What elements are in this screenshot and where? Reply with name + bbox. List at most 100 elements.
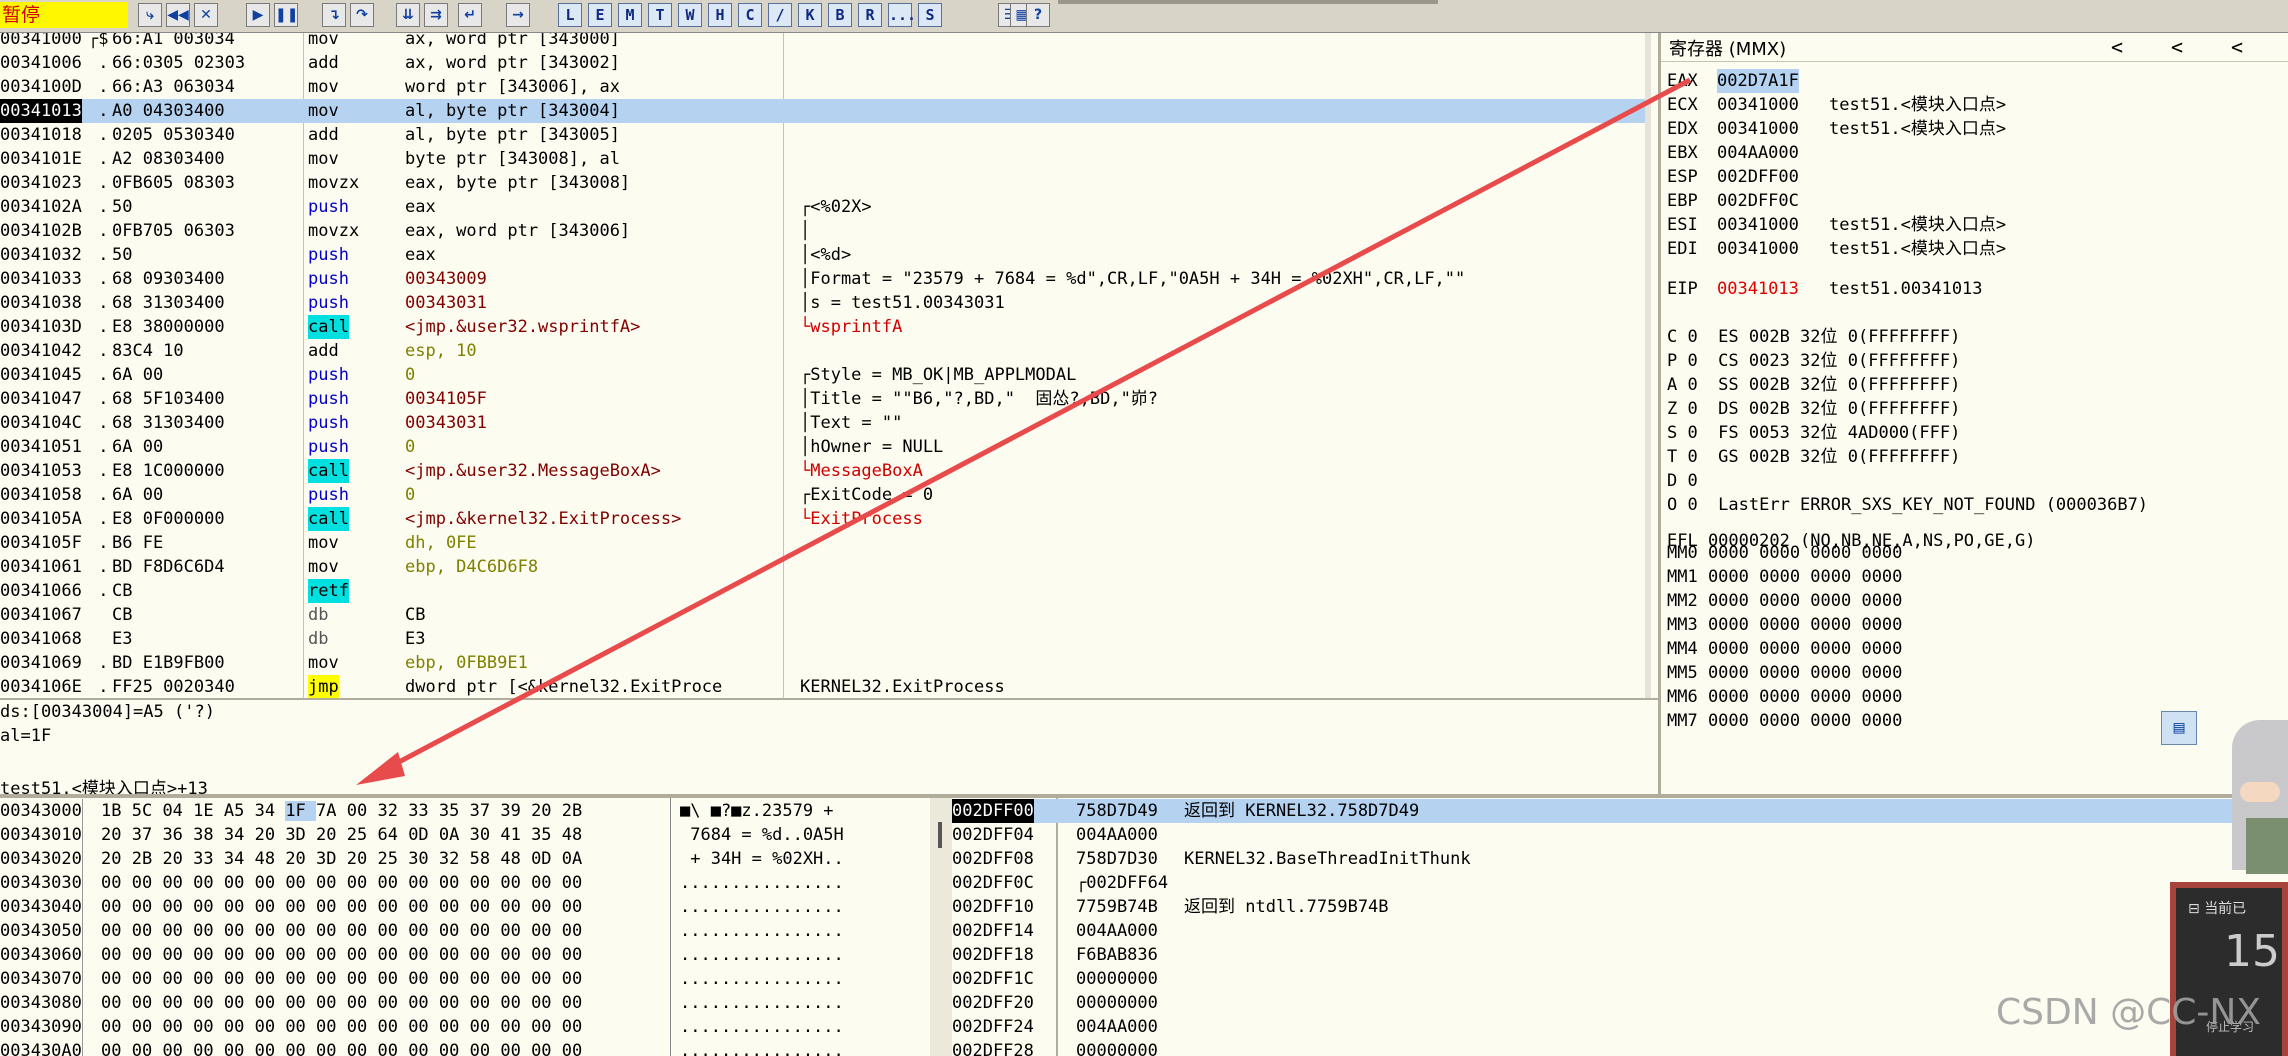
disasm-row[interactable]: 0034106E . FF25 0020340 jmp dword ptr [<&ke… (0, 675, 1645, 698)
dump-byte[interactable]: 00 (285, 993, 316, 1013)
dump-byte[interactable]: 00 (132, 1041, 163, 1056)
disasm-row[interactable]: 0034104C . 68 31303400 push 00343031 │Text =… (0, 411, 1645, 435)
dump-byte[interactable]: 00 (377, 1017, 408, 1037)
stack-row[interactable]: 002DFF14 004AA000 (952, 919, 2288, 943)
window-button-9[interactable]: B (828, 3, 852, 27)
dump-byte[interactable]: 00 (562, 921, 582, 941)
register-value[interactable]: 00341013 (1717, 277, 1799, 301)
dump-byte[interactable]: 00 (316, 993, 347, 1013)
dump-byte[interactable]: 00 (162, 1017, 193, 1037)
register-row[interactable]: ECX 00341000 test51.<模块入口点> (1661, 93, 2288, 117)
register-row-eip[interactable]: EIP 00341013 test51.00341013 (1661, 277, 2288, 301)
mmx-row[interactable]: MM2 0000 0000 0000 0000 (1667, 589, 1902, 613)
dump-byte[interactable]: 36 (162, 825, 193, 845)
nav-prev-1-icon[interactable]: < (2111, 35, 2123, 59)
dump-byte[interactable]: 00 (562, 1017, 582, 1037)
dump-byte[interactable]: 58 (470, 849, 501, 869)
disasm-row[interactable]: 00341047 . 68 5F103400 push 0034105F │Title … (0, 387, 1645, 411)
window-button-1[interactable]: E (588, 3, 612, 27)
dump-byte[interactable]: 35 (439, 801, 470, 821)
stack-row[interactable]: 002DFF08 758D7D30 KERNEL32.BaseThreadInitT… (952, 847, 2288, 871)
dump-byte[interactable]: 00 (285, 945, 316, 965)
dump-byte[interactable]: 00 (224, 969, 255, 989)
disasm-row[interactable]: 00341013 . A0 04303400 mov al, byte ptr [34… (0, 99, 1645, 123)
dump-byte[interactable]: 00 (347, 1017, 378, 1037)
step-into-icon[interactable]: ↴ (322, 3, 346, 27)
dump-byte[interactable]: 00 (531, 945, 562, 965)
dump-byte[interactable]: 00 (439, 921, 470, 941)
dump-hex[interactable]: 00 00 00 00 00 00 00 00 00 00 00 00 00 0… (101, 967, 582, 991)
disasm-row[interactable]: 0034102B . 0FB705 06303 movzx eax, word ptr… (0, 219, 1645, 243)
dump-byte[interactable]: 00 (562, 873, 582, 893)
dump-byte[interactable]: 00 (132, 1017, 163, 1037)
dump-byte[interactable]: 00 (500, 897, 531, 917)
dump-byte[interactable]: 00 (255, 873, 286, 893)
flag-row[interactable]: T 0 GS 002B 32位 0(FFFFFFFF) (1667, 445, 1960, 469)
flag-row[interactable]: C 0 ES 002B 32位 0(FFFFFFFF) (1667, 325, 1960, 349)
dump-byte[interactable]: 00 (347, 1041, 378, 1056)
dump-byte[interactable]: 25 (347, 825, 378, 845)
registers-pane[interactable]: 寄存器 (MMX) < < < ▤ EAX 002D7A1F ECX 00341000… (1661, 33, 2288, 794)
dump-byte[interactable]: 00 (224, 897, 255, 917)
disasm-row[interactable]: 0034105A . E8 0F000000 call <jmp.&kernel32.… (0, 507, 1645, 531)
dump-byte[interactable]: 00 (531, 897, 562, 917)
register-value[interactable]: 00341000 (1717, 237, 1799, 261)
dump-byte[interactable]: 00 (255, 1017, 286, 1037)
dump-byte[interactable]: 00 (285, 969, 316, 989)
dump-byte[interactable]: 00 (439, 873, 470, 893)
dump-byte[interactable]: 00 (470, 921, 501, 941)
goto-icon[interactable]: → (506, 3, 530, 27)
register-row[interactable]: EAX 002D7A1F (1661, 69, 2288, 93)
disasm-row[interactable]: 0034105F . B6 FE mov dh, 0FE (0, 531, 1645, 555)
dump-byte[interactable]: 00 (193, 897, 224, 917)
dump-byte[interactable]: 00 (162, 993, 193, 1013)
dump-byte[interactable]: 00 (162, 945, 193, 965)
dump-byte[interactable]: A5 (224, 801, 255, 821)
dump-byte[interactable]: 25 (377, 849, 408, 869)
dump-byte[interactable]: 00 (316, 1041, 347, 1056)
dump-byte[interactable]: 00 (162, 1041, 193, 1056)
dump-byte[interactable]: 00 (439, 1017, 470, 1037)
dump-byte[interactable]: 00 (132, 897, 163, 917)
disasm-row[interactable]: 00341033 . 68 09303400 push 00343009 │Format… (0, 267, 1645, 291)
dump-byte[interactable]: 00 (470, 993, 501, 1013)
dump-byte[interactable]: 00 (193, 873, 224, 893)
dump-byte[interactable]: 30 (408, 849, 439, 869)
window-button-0[interactable]: L (558, 3, 582, 27)
disasm-row[interactable]: 00341066 . CB retf (0, 579, 1645, 603)
dump-byte[interactable]: 00 (162, 873, 193, 893)
dump-byte[interactable]: 20 (101, 825, 132, 845)
flag-row[interactable]: S 0 FS 0053 32位 4AD000(FFF) (1667, 421, 1960, 445)
register-row[interactable]: EBX 004AA000 (1661, 141, 2288, 165)
window-button-10[interactable]: R (858, 3, 882, 27)
dump-byte[interactable]: 00 (101, 945, 132, 965)
dump-byte[interactable]: 00 (562, 993, 582, 1013)
dump-byte[interactable]: 00 (500, 1017, 531, 1037)
dump-byte[interactable]: 00 (316, 873, 347, 893)
window-button-7[interactable]: / (768, 3, 792, 27)
dump-byte[interactable]: 00 (500, 921, 531, 941)
dump-byte[interactable]: 00 (162, 969, 193, 989)
dump-byte[interactable]: 00 (439, 1041, 470, 1056)
disasm-row[interactable]: 0034102A . 50 push eax ┌<%02X> (0, 195, 1645, 219)
dump-byte[interactable]: 00 (224, 1041, 255, 1056)
flag-row[interactable]: D 0 (1667, 469, 1698, 493)
dump-byte[interactable]: 00 (316, 897, 347, 917)
dump-byte[interactable]: 39 (500, 801, 531, 821)
dump-hex[interactable]: 00 00 00 00 00 00 00 00 00 00 00 00 00 0… (101, 1039, 582, 1056)
window-button-4[interactable]: W (678, 3, 702, 27)
dump-byte[interactable]: 00 (377, 873, 408, 893)
dump-byte[interactable]: 00 (408, 1017, 439, 1037)
window-button-2[interactable]: M (618, 3, 642, 27)
stack-row[interactable]: 002DFF04 004AA000 (952, 823, 2288, 847)
disasm-row[interactable]: 0034101E . A2 08303400 mov byte ptr [343008… (0, 147, 1645, 171)
dump-byte[interactable]: 00 (439, 945, 470, 965)
dump-byte[interactable]: 00 (531, 873, 562, 893)
dump-byte[interactable]: 00 (408, 945, 439, 965)
dump-byte[interactable]: 00 (377, 993, 408, 1013)
dump-byte[interactable]: 35 (531, 825, 562, 845)
register-value[interactable]: 00341000 (1717, 93, 1799, 117)
dump-byte[interactable]: 00 (470, 897, 501, 917)
window-button-6[interactable]: C (738, 3, 762, 27)
disasm-row[interactable]: 00341061 . BD F8D6C6D4 mov ebp, D4C6D6F8 (0, 555, 1645, 579)
